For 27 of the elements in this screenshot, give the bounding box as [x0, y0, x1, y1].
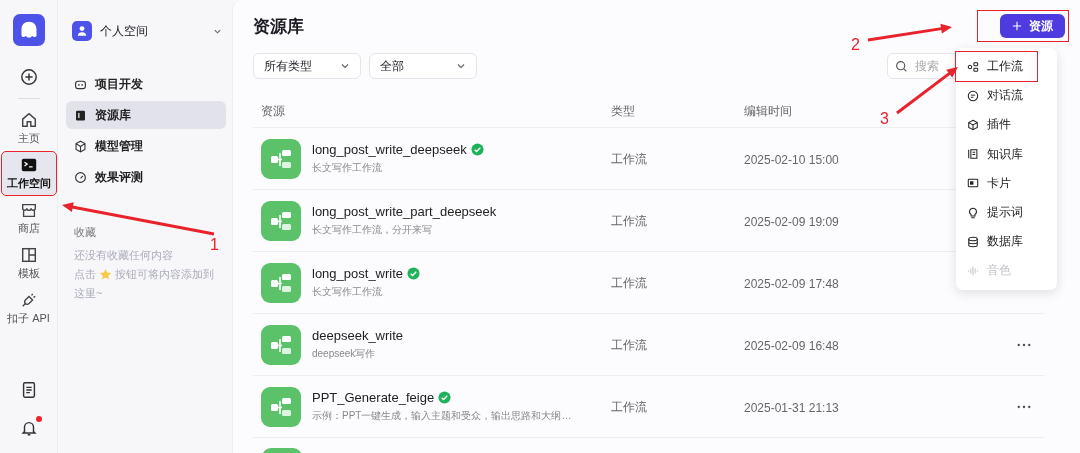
favorites-hint-text: 点击 [74, 267, 96, 282]
favorites-heading: 收藏 [74, 225, 97, 240]
resource-description: 示例：PPT一键生成，输入主题和受众，输出思路和大纲… [312, 409, 572, 423]
resource-description: 长文写作工作流 [312, 285, 383, 299]
table-cell: 工作流 [611, 338, 647, 352]
resource-description: deepseek写作 [312, 347, 377, 361]
table-cell: 2025-02-09 17:48 [744, 276, 839, 291]
column-header: 类型 [611, 104, 635, 118]
page-title: 资源库 [253, 15, 304, 38]
favorites-hint-text: 按钮可将内容添加到 [115, 267, 214, 282]
annotation-number: 1 [210, 236, 219, 253]
annotation-number: 3 [880, 110, 889, 127]
column-header: 资源 [261, 104, 285, 118]
annotation-number: 2 [851, 36, 860, 53]
table-cell: 工作流 [611, 400, 647, 414]
table-cell: 2025-02-09 19:09 [744, 214, 839, 229]
table-cell: 2025-02-10 15:00 [744, 152, 839, 167]
table-cell: 2025-02-09 16:48 [744, 338, 839, 353]
table-cell: 工作流 [611, 276, 647, 290]
table-cell: 工作流 [611, 214, 647, 228]
table-cell: 2025-01-31 21:13 [744, 400, 839, 415]
table-cell: 工作流 [611, 152, 647, 166]
favorites-empty-text: 还没有收藏任何内容 [74, 248, 174, 263]
resource-description: 长文写作工作流，分开来写 [312, 223, 433, 237]
resource-description: 长文写作工作流 [312, 161, 383, 175]
favorites-hint-text: 这里~ [74, 286, 103, 301]
column-header: 编辑时间 [744, 104, 792, 118]
